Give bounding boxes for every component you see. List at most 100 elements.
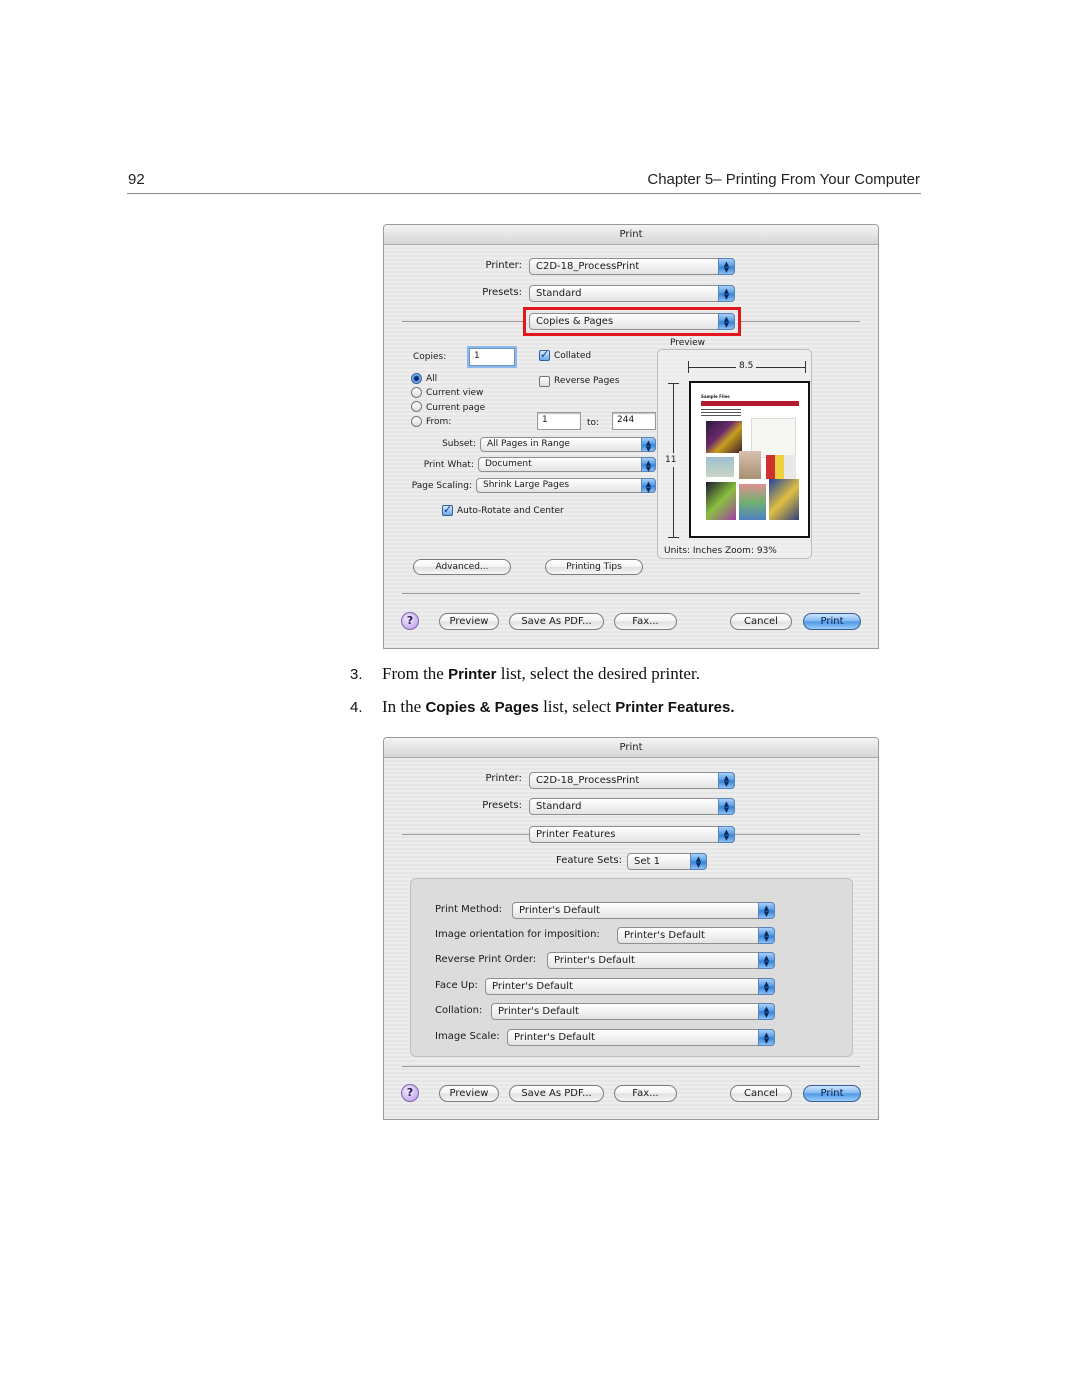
panel-select[interactable]: Copies & Pages ▲ ▼	[529, 313, 735, 330]
thumb-image-1	[706, 421, 742, 453]
save-as-pdf-button[interactable]: Save As PDF...	[509, 613, 604, 630]
presets-select[interactable]: Standard ▲ ▼	[529, 285, 735, 302]
face-up-value: Printer's Default	[492, 981, 573, 992]
reverse-print-order-label: Reverse Print Order:	[435, 954, 537, 965]
print-button[interactable]: Print	[803, 613, 861, 630]
print-method-label: Print Method:	[435, 904, 503, 915]
image-scale-select[interactable]: Printer's Default ▲ ▼	[507, 1029, 775, 1046]
reverse-print-order-value: Printer's Default	[554, 955, 635, 966]
updown-arrows-icon: ▲ ▼	[641, 437, 656, 453]
collation-label: Collation:	[435, 1005, 483, 1016]
updown-arrows-icon: ▲ ▼	[641, 457, 656, 473]
auto-rotate-checkbox[interactable]: ✓	[442, 504, 453, 516]
updown-arrows-icon: ▲ ▼	[758, 1003, 775, 1020]
fax-button[interactable]: Fax...	[614, 1085, 677, 1102]
preview-button[interactable]: Preview	[439, 613, 499, 630]
collation-value: Printer's Default	[498, 1006, 579, 1017]
radio-from-label: From:	[426, 417, 452, 427]
to-page-input[interactable]: 244	[612, 412, 656, 430]
advanced-button[interactable]: Advanced...	[413, 559, 511, 575]
dialog-title: Print	[384, 225, 878, 245]
feature-sets-label: Feature Sets:	[556, 855, 622, 866]
step-text: In the	[382, 697, 426, 716]
radio-current-page[interactable]	[411, 401, 422, 412]
feature-sets-select-value: Set 1	[634, 856, 660, 867]
page-scaling-select[interactable]: Shrink Large Pages ▲ ▼	[476, 478, 656, 494]
updown-arrows-icon: ▲ ▼	[758, 902, 775, 919]
instruction-step-4: 4. In the Copies & Pages list, select Pri…	[350, 697, 735, 717]
help-icon[interactable]: ?	[401, 1084, 419, 1102]
step-text: From the	[382, 664, 449, 683]
updown-arrows-icon: ▲ ▼	[758, 952, 775, 969]
features-group: Print Method: Printer's Default ▲ ▼ Image…	[410, 878, 853, 1057]
thumb-image-5	[766, 455, 796, 479]
collated-checkbox[interactable]: ✓	[539, 349, 550, 361]
subset-select[interactable]: All Pages in Range ▲ ▼	[480, 437, 656, 453]
subset-label: Subset:	[442, 439, 476, 449]
radio-from[interactable]	[411, 416, 422, 427]
presets-label: Presets:	[482, 287, 522, 298]
step-text: .	[730, 699, 735, 716]
save-as-pdf-button[interactable]: Save As PDF...	[509, 1085, 604, 1102]
feature-sets-select[interactable]: Set 1 ▲ ▼	[627, 853, 707, 870]
print-dialog-printer-features: Print Printer: C2D-18_ProcessPrint ▲ ▼ Pr…	[383, 737, 879, 1120]
panel-select[interactable]: Printer Features ▲ ▼	[529, 826, 735, 843]
radio-all-label: All	[426, 374, 438, 384]
updown-arrows-icon: ▲ ▼	[718, 313, 735, 330]
help-icon[interactable]: ?	[401, 612, 419, 630]
preview-panel: 8.5 11 Sample Files Units: Inches Zoom: …	[657, 349, 812, 559]
reverse-pages-checkbox[interactable]	[539, 376, 550, 387]
preview-button[interactable]: Preview	[439, 1085, 499, 1102]
printing-tips-button[interactable]: Printing Tips	[545, 559, 643, 575]
from-page-input[interactable]: 1	[537, 412, 581, 430]
presets-select-value: Standard	[536, 801, 582, 812]
copies-input[interactable]: 1	[469, 348, 515, 366]
thumb-red-bar	[701, 401, 799, 406]
print-method-value: Printer's Default	[519, 905, 600, 916]
fax-button[interactable]: Fax...	[614, 613, 677, 630]
step-bold: Copies & Pages	[425, 699, 539, 716]
height-dimension-tick-bottom	[668, 537, 679, 538]
preview-label: Preview	[670, 338, 706, 348]
reverse-print-order-select[interactable]: Printer's Default ▲ ▼	[547, 952, 775, 969]
print-button[interactable]: Print	[803, 1085, 861, 1102]
print-method-select[interactable]: Printer's Default ▲ ▼	[512, 902, 775, 919]
updown-arrows-icon: ▲ ▼	[718, 826, 735, 843]
printer-select[interactable]: C2D-18_ProcessPrint ▲ ▼	[529, 772, 735, 789]
preview-units-zoom: Units: Inches Zoom: 93%	[664, 546, 777, 556]
separator-left	[402, 834, 530, 835]
updown-arrows-icon: ▲ ▼	[718, 772, 735, 789]
step-bold: Printer Features	[615, 699, 731, 716]
radio-current-view[interactable]	[411, 387, 422, 398]
copies-label: Copies:	[413, 352, 447, 362]
printer-select-value: C2D-18_ProcessPrint	[536, 261, 640, 272]
radio-all[interactable]	[411, 373, 422, 384]
thumb-title: Sample Files	[701, 394, 730, 399]
updown-arrows-icon: ▲ ▼	[718, 285, 735, 302]
subset-select-value: All Pages in Range	[487, 439, 570, 449]
collation-select[interactable]: Printer's Default ▲ ▼	[491, 1003, 775, 1020]
image-orientation-select[interactable]: Printer's Default ▲ ▼	[617, 927, 775, 944]
height-dimension-label: 11	[665, 453, 677, 467]
print-what-select-value: Document	[485, 459, 532, 469]
updown-arrows-icon: ▲ ▼	[758, 1029, 775, 1046]
panel-select-value: Copies & Pages	[536, 316, 614, 327]
print-what-select[interactable]: Document ▲ ▼	[478, 457, 656, 473]
footer-separator	[402, 1066, 860, 1067]
instruction-step-3: 3. From the Printer list, select the desi…	[350, 664, 700, 684]
updown-arrows-icon: ▲ ▼	[758, 927, 775, 944]
cancel-button[interactable]: Cancel	[730, 613, 792, 630]
thumb-image-6	[706, 482, 736, 520]
step-number: 4.	[350, 699, 363, 716]
printer-select[interactable]: C2D-18_ProcessPrint ▲ ▼	[529, 258, 735, 275]
chapter-title: Chapter 5– Printing From Your Computer	[647, 171, 920, 188]
cancel-button[interactable]: Cancel	[730, 1085, 792, 1102]
separator-right	[734, 834, 860, 835]
print-what-label: Print What:	[423, 460, 474, 470]
page-number: 92	[128, 171, 145, 188]
face-up-select[interactable]: Printer's Default ▲ ▼	[485, 978, 775, 995]
radio-current-view-label: Current view	[426, 388, 484, 398]
dialog-title: Print	[384, 738, 878, 758]
presets-select[interactable]: Standard ▲ ▼	[529, 798, 735, 815]
image-scale-value: Printer's Default	[514, 1032, 595, 1043]
